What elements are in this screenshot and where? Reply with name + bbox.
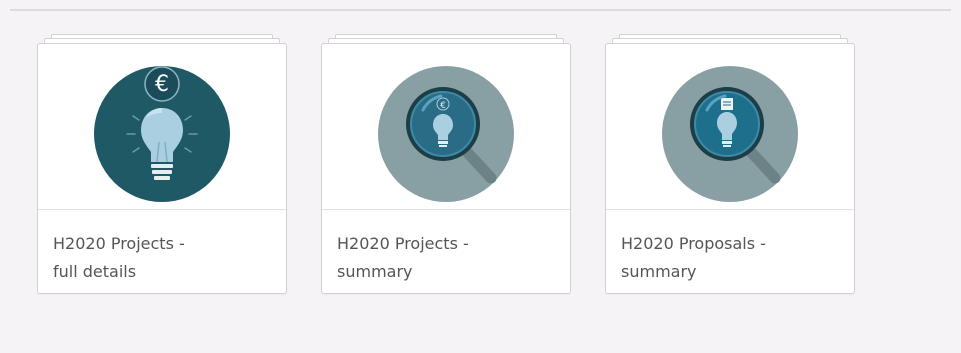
app-card-body[interactable]: € H2020 Projects - summary (321, 43, 571, 294)
app-card-body[interactable]: H2020 Proposals - summary (605, 43, 855, 294)
top-divider (10, 9, 951, 11)
app-thumbnail[interactable]: € (322, 44, 570, 209)
app-card-proposals-summary[interactable]: H2020 Proposals - summary (605, 34, 855, 294)
app-title[interactable]: H2020 Projects - full details (53, 230, 274, 286)
app-title[interactable]: H2020 Proposals - summary (621, 230, 842, 286)
svg-text:€: € (440, 101, 446, 111)
app-thumbnail[interactable]: € (38, 44, 286, 209)
app-card-full-details[interactable]: € H2020 Projects - full details (37, 34, 287, 294)
card-divider (322, 209, 570, 210)
app-title[interactable]: H2020 Projects - summary (337, 230, 558, 286)
magnifier-euro-lightbulb-icon: € (378, 65, 514, 202)
magnifier-document-lightbulb-icon (662, 65, 798, 202)
app-card-projects-summary[interactable]: € H2020 Projects - summary (321, 34, 571, 294)
euro-lightbulb-icon: € (94, 65, 230, 202)
svg-text:€: € (155, 72, 169, 97)
card-divider (606, 209, 854, 210)
app-card-body[interactable]: € H2020 Projects - full details (37, 43, 287, 294)
app-thumbnail[interactable] (606, 44, 854, 209)
card-divider (38, 209, 286, 210)
